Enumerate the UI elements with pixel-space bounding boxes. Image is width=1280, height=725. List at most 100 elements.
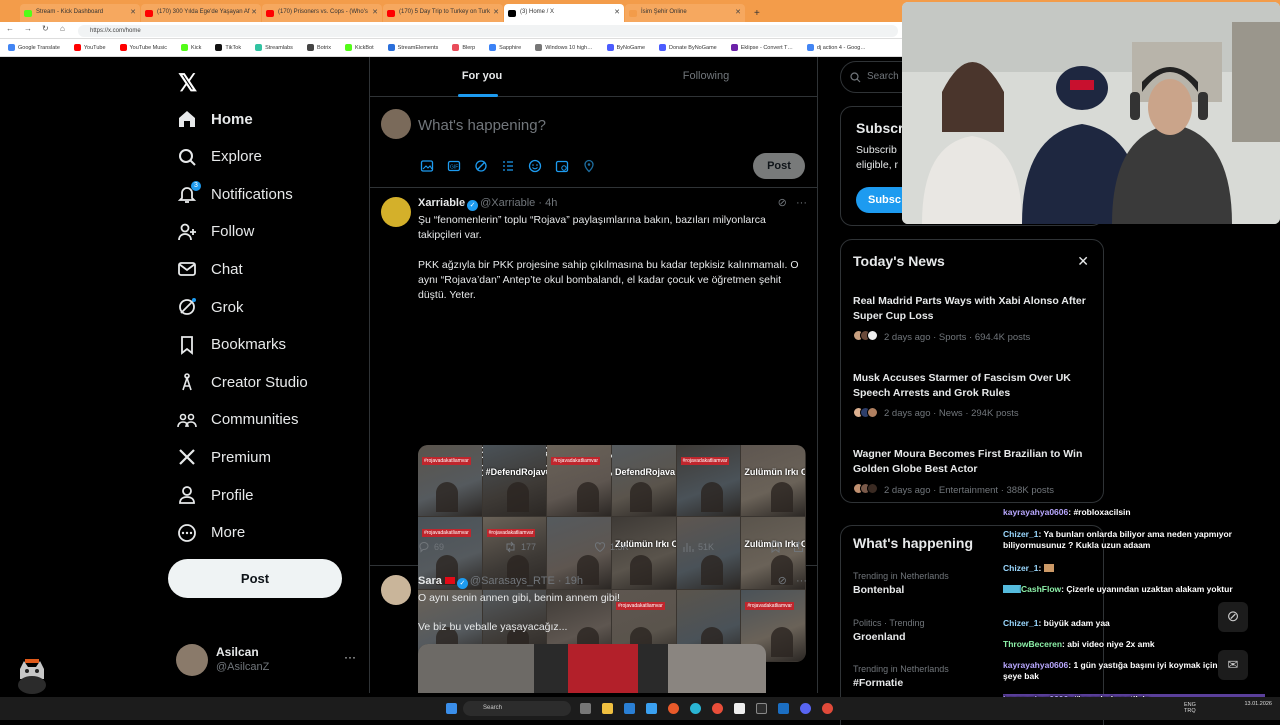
close-tab-icon[interactable]: ✕ [251,8,257,16]
compose-input[interactable] [418,115,798,135]
trend-item[interactable]: Politics · Trending Groenland [853,618,925,643]
like-button[interactable]: 1.5K [594,541,629,553]
file-explorer-icon[interactable] [602,703,613,714]
browser-tab[interactable]: Stream - Kick Dashboard ✕ [20,4,140,22]
bookmark-item[interactable]: StreamElements [387,44,438,51]
obs-icon[interactable] [756,703,767,714]
poll-icon[interactable] [501,159,515,173]
messages-float-icon[interactable]: ✉ [1218,650,1248,680]
author-name[interactable]: Sara [418,575,442,587]
close-tab-icon[interactable]: ✕ [493,8,499,16]
close-tab-icon[interactable]: ✕ [130,8,136,16]
more-dots-icon[interactable]: ··· [796,197,807,209]
repost-button[interactable]: 177 [504,541,536,553]
grok-icon[interactable] [474,159,488,173]
bookmark-item[interactable]: Google Translate [8,44,60,51]
bookmark-item[interactable]: Blerp [452,44,475,51]
schedule-icon[interactable] [555,159,569,173]
bookmark-item[interactable]: Botrix [306,44,331,51]
reply-button[interactable]: 69 [418,541,444,553]
tab-following[interactable]: Following [594,57,817,97]
bookmark-item[interactable]: Donate ByNoGame [659,44,717,51]
sidebar-item-notifications[interactable]: 3 Notifications [176,179,293,209]
url-field[interactable]: https://x.com/home [78,25,898,37]
bookmark-item[interactable]: Kick [181,44,201,51]
grok-float-icon[interactable]: ⊘ [1218,602,1248,632]
bookmark-item[interactable]: YouTube Music [119,44,167,51]
close-tab-icon[interactable]: ✕ [372,8,378,16]
back-icon[interactable]: ← [6,24,14,33]
home-browser-icon[interactable]: ⌂ [60,24,65,33]
app-icon[interactable] [822,703,833,714]
news-item[interactable]: Real Madrid Parts Ways with Xabi Alonso … [853,294,1093,344]
tweet[interactable]: Xarriable ✓ @Xarriable · 4h ⊘ ··· Şu “feno… [370,188,817,662]
more-dots-icon[interactable]: ··· [796,575,807,587]
bookmark-item[interactable]: KickBot [345,44,374,51]
views-button[interactable]: 51K [682,541,714,553]
more-dots-icon[interactable]: ··· [344,650,356,664]
sidebar-item-explore[interactable]: Explore [176,142,262,172]
sidebar-item-grok[interactable]: Grok [176,292,244,322]
bookmark-item[interactable]: Eklipse - Convert T… [730,44,793,51]
news-item[interactable]: Wagner Moura Becomes First Brazilian to … [853,447,1093,497]
post-button[interactable]: Post [168,559,342,598]
store-icon[interactable] [624,703,635,714]
account-switcher[interactable]: Asilcan @AsilcanZ ··· [176,642,356,678]
compose-post-button[interactable]: Post [753,153,805,179]
sidebar-item-bookmarks[interactable]: Bookmarks [176,330,286,360]
author-name[interactable]: Xarriable [418,197,465,209]
close-tab-icon[interactable]: ✕ [735,8,741,16]
bookmark-item[interactable]: Sapphire [489,44,521,51]
edge-icon[interactable] [646,703,657,714]
news-item[interactable]: Musk Accuses Starmer of Fascism Over UK … [853,371,1093,421]
browser-tab[interactable]: (170) 5 Day Trip to Turkey on Turk ✕ [383,4,503,22]
language-indicator[interactable]: ENG TRQ [1184,702,1204,714]
new-tab-icon[interactable]: + [754,8,760,22]
tab-for-you[interactable]: For you [370,57,594,97]
browser-tab[interactable]: (170) 300 Yılda Ege'de Yaşayan Af ✕ [141,4,261,22]
trend-item[interactable]: Trending in Netherlands #Formatie [853,664,949,689]
browser-icon[interactable] [690,703,701,714]
task-view-icon[interactable] [580,703,591,714]
clock[interactable]: 13.01.2026 [1244,701,1272,708]
bookmark-item[interactable]: dj action 4 - Goog… [806,44,866,51]
emoji-icon[interactable] [528,159,542,173]
bookmark-item[interactable]: Streamlabs [255,44,293,51]
sidebar-item-chat[interactable]: Chat [176,254,243,284]
discord-icon[interactable] [800,703,811,714]
close-icon[interactable]: ✕ [1077,253,1089,270]
bookmark-button[interactable] [770,541,785,553]
forward-icon[interactable]: → [24,24,32,33]
steam-icon[interactable] [778,703,789,714]
taskbar-search[interactable]: Search [463,701,571,716]
tweet[interactable]: Sara ✓ @Sarasays_RTE · 19h ⊘ ··· O aynı s… [370,566,817,693]
browser-tab[interactable]: (170) Prisoners vs. Cops - (Who's ✕ [262,4,382,22]
tweet-image[interactable] [418,644,766,693]
sidebar-item-profile[interactable]: Profile [176,480,254,510]
sidebar-item-creator-studio[interactable]: Creator Studio [176,367,308,397]
sidebar-item-communities[interactable]: Communities [176,405,299,435]
location-icon[interactable] [582,159,596,173]
sidebar-item-premium[interactable]: Premium [176,442,271,472]
author-handle[interactable]: @Sarasays_RTE [470,575,555,587]
reload-icon[interactable]: ↻ [42,24,49,33]
bookmark-item[interactable]: YouTube [73,44,106,51]
image-icon[interactable] [420,159,434,173]
sidebar-item-home[interactable]: Home [176,104,253,134]
bookmark-item[interactable]: Windows 10 high… [535,44,593,51]
x-app-icon[interactable] [734,703,745,714]
browser-tab[interactable]: İsim Şehir Online ✕ [625,4,745,22]
share-button[interactable] [793,541,808,553]
browser-tab[interactable]: (3) Home / X ✕ [504,4,624,22]
author-handle[interactable]: @Xarriable [480,197,535,209]
start-icon[interactable] [446,703,457,714]
sidebar-item-follow[interactable]: Follow [176,217,254,247]
grok-icon[interactable]: ⊘ [778,575,787,587]
bookmark-item[interactable]: TikTok [215,44,241,51]
grok-icon[interactable]: ⊘ [778,197,787,209]
tweet-time[interactable]: 19h [565,575,583,587]
chrome-icon[interactable] [668,703,679,714]
gif-icon[interactable]: GIF [447,159,461,173]
bookmark-item[interactable]: ByNoGame [606,44,645,51]
x-logo-icon[interactable]: 𝕏 [178,69,197,98]
